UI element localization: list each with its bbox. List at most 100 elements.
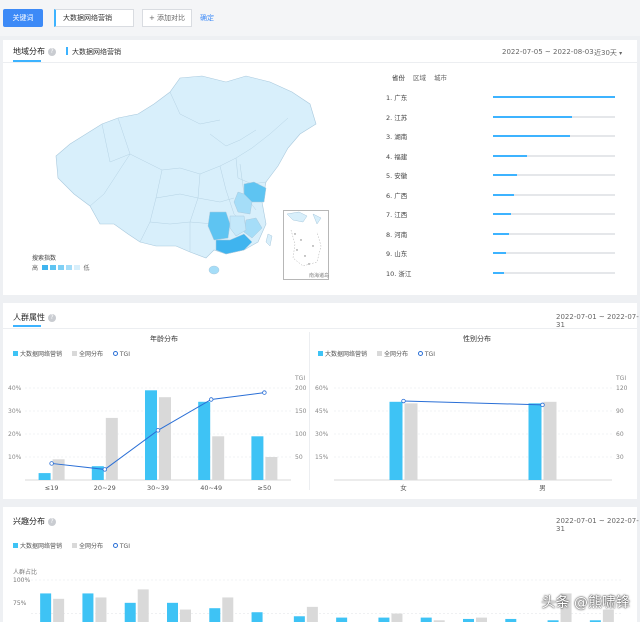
ranking-row: 4. 福建 bbox=[386, 151, 626, 161]
age-legend: 大数据网络营销 全网分布 TGI bbox=[13, 349, 138, 358]
bar-primary bbox=[420, 617, 432, 622]
ranking-label: 8. 河南 bbox=[386, 229, 407, 239]
legend-primary[interactable]: 大数据网络营销 bbox=[13, 543, 62, 550]
ranking-name: 山东 bbox=[394, 250, 408, 258]
ranking-bar-track bbox=[493, 232, 615, 235]
ranking-row: 6. 广西 bbox=[386, 190, 626, 200]
period-select[interactable]: 近30天 ▾ bbox=[594, 48, 622, 58]
search-bar: 关键词 大数据网络营销 + 添加对比 确定 bbox=[0, 0, 640, 36]
confirm-link[interactable]: 确定 bbox=[200, 13, 214, 23]
y-tick-label: 45% bbox=[315, 408, 329, 415]
bar-overall bbox=[212, 436, 225, 480]
y2-tick-label: 200 bbox=[295, 385, 307, 392]
ranking-row: 3. 湖南 bbox=[386, 131, 626, 141]
y-tick-label: 10% bbox=[8, 454, 22, 461]
bar-primary bbox=[336, 617, 348, 622]
legend-primary-label: 大数据网络营销 bbox=[20, 351, 63, 358]
legend-overall[interactable]: 全网分布 bbox=[71, 543, 103, 550]
ranking-bar bbox=[493, 193, 514, 196]
help-icon[interactable]: ? bbox=[48, 518, 56, 526]
help-icon[interactable]: ? bbox=[48, 48, 56, 56]
add-compare-button[interactable]: + 添加对比 bbox=[142, 9, 192, 27]
bar-primary bbox=[167, 602, 178, 622]
legend-overall[interactable]: 全网分布 bbox=[376, 351, 408, 358]
ranking-name: 福建 bbox=[394, 152, 408, 161]
age-chart[interactable]: 40% 200 30% 150 20% 100 10% 50 TGI ≤19 20~29 30~39 4… bbox=[3, 370, 309, 496]
keyword-input[interactable]: 大数据网络营销 bbox=[54, 9, 134, 27]
region-header-divider bbox=[3, 62, 637, 63]
interest-tab[interactable]: 兴趣分布? bbox=[13, 516, 56, 527]
ranking-bar-track bbox=[493, 154, 615, 157]
legend-overall-label: 全网分布 bbox=[78, 351, 103, 358]
interest-legend: 大数据网络营销 全网分布 TGI bbox=[13, 541, 138, 550]
ranking-label: 6. 广西 bbox=[386, 190, 407, 200]
bar-primary bbox=[198, 401, 211, 480]
keyword-button[interactable]: 关键词 bbox=[3, 9, 43, 27]
x-tick-label: 20~29 bbox=[94, 484, 116, 492]
ranking-name: 河南 bbox=[394, 230, 408, 239]
bar-overall bbox=[265, 457, 278, 480]
watermark: 头条 @熊啸锋 bbox=[541, 595, 630, 611]
ranking-label: 7. 江西 bbox=[386, 209, 407, 219]
tab-province[interactable]: 省份 bbox=[392, 72, 405, 82]
ranking-name: 广西 bbox=[394, 191, 408, 200]
ranking-row: 10. 浙江 bbox=[386, 268, 626, 278]
tgi-point bbox=[401, 398, 406, 404]
ranking-bar-track bbox=[493, 213, 615, 215]
y2-tick-label: 30 bbox=[616, 454, 624, 461]
gender-legend: 大数据网络营销 全网分布 TGI bbox=[318, 349, 443, 358]
ranking-name: 江苏 bbox=[394, 113, 408, 122]
x-tick-label: 男 bbox=[539, 484, 546, 492]
legend-overall[interactable]: 全网分布 bbox=[71, 351, 103, 358]
legend-tgi[interactable]: TGI bbox=[112, 351, 130, 358]
bar-primary bbox=[40, 593, 52, 622]
y-tick-label: 30% bbox=[8, 408, 22, 415]
tgi-point bbox=[540, 402, 545, 408]
x-tick-label: 女 bbox=[400, 483, 407, 492]
tab-city[interactable]: 城市 bbox=[434, 72, 447, 82]
y2-axis-label: TGI bbox=[615, 375, 626, 382]
bar-overall bbox=[476, 617, 487, 622]
ranking-number: 10. bbox=[386, 269, 397, 278]
help-icon[interactable]: ? bbox=[48, 314, 56, 322]
ranking-number: 5. bbox=[386, 172, 393, 180]
legend-tgi[interactable]: TGI bbox=[112, 543, 130, 550]
ranking-bar-track bbox=[493, 115, 615, 118]
bar-primary bbox=[251, 612, 263, 622]
ranking-number: 3. bbox=[386, 133, 393, 141]
region-taiwan bbox=[265, 233, 273, 247]
tgi-point bbox=[102, 467, 107, 472]
legend-primary[interactable]: 大数据网络营销 bbox=[318, 351, 367, 358]
legend-high-label: 高 bbox=[32, 265, 39, 272]
ranking-bar-track bbox=[493, 174, 615, 176]
ranking-label: 3. 湖南 bbox=[386, 131, 407, 141]
legend-tgi[interactable]: TGI bbox=[417, 351, 435, 358]
ranking-label: 5. 安徽 bbox=[386, 170, 407, 180]
legend-tgi-label: TGI bbox=[424, 351, 435, 358]
bar-overall bbox=[52, 459, 65, 480]
legend-primary-label: 大数据网络营销 bbox=[325, 351, 368, 358]
tab-area[interactable]: 区域 bbox=[413, 72, 426, 82]
ranking-row: 7. 江西 bbox=[386, 209, 626, 219]
y-tick-label: 30% bbox=[315, 431, 329, 438]
ranking-name: 安徽 bbox=[394, 172, 408, 180]
chevron-down-icon: ▾ bbox=[619, 50, 623, 57]
ranking-bar bbox=[493, 213, 512, 215]
crowd-tab-label: 人群属性 bbox=[13, 313, 45, 322]
gender-chart[interactable]: 60% 120 45% 90 30% 60 15% 30 TGI 女 男 bbox=[310, 370, 637, 496]
ranking-row: 1. 广东 bbox=[386, 92, 626, 102]
ranking-number: 1. bbox=[386, 94, 393, 102]
crowd-tab[interactable]: 人群属性? bbox=[13, 312, 56, 323]
ranking-row: 5. 安徽 bbox=[386, 170, 626, 180]
region-tab[interactable]: 地域分布? bbox=[13, 46, 56, 57]
ranking-label: 9. 山东 bbox=[386, 248, 407, 258]
ranking-row: 2. 江苏 bbox=[386, 112, 626, 122]
y-tick-label: 40% bbox=[8, 385, 22, 392]
region-hainan bbox=[208, 265, 220, 275]
ranking-bar-track bbox=[493, 252, 615, 254]
legend-primary[interactable]: 大数据网络营销 bbox=[13, 351, 62, 358]
legend-tgi-label: TGI bbox=[119, 543, 130, 550]
bar-primary bbox=[124, 602, 136, 622]
interest-tab-label: 兴趣分布 bbox=[13, 517, 45, 526]
y2-tick-label: 50 bbox=[295, 454, 303, 461]
